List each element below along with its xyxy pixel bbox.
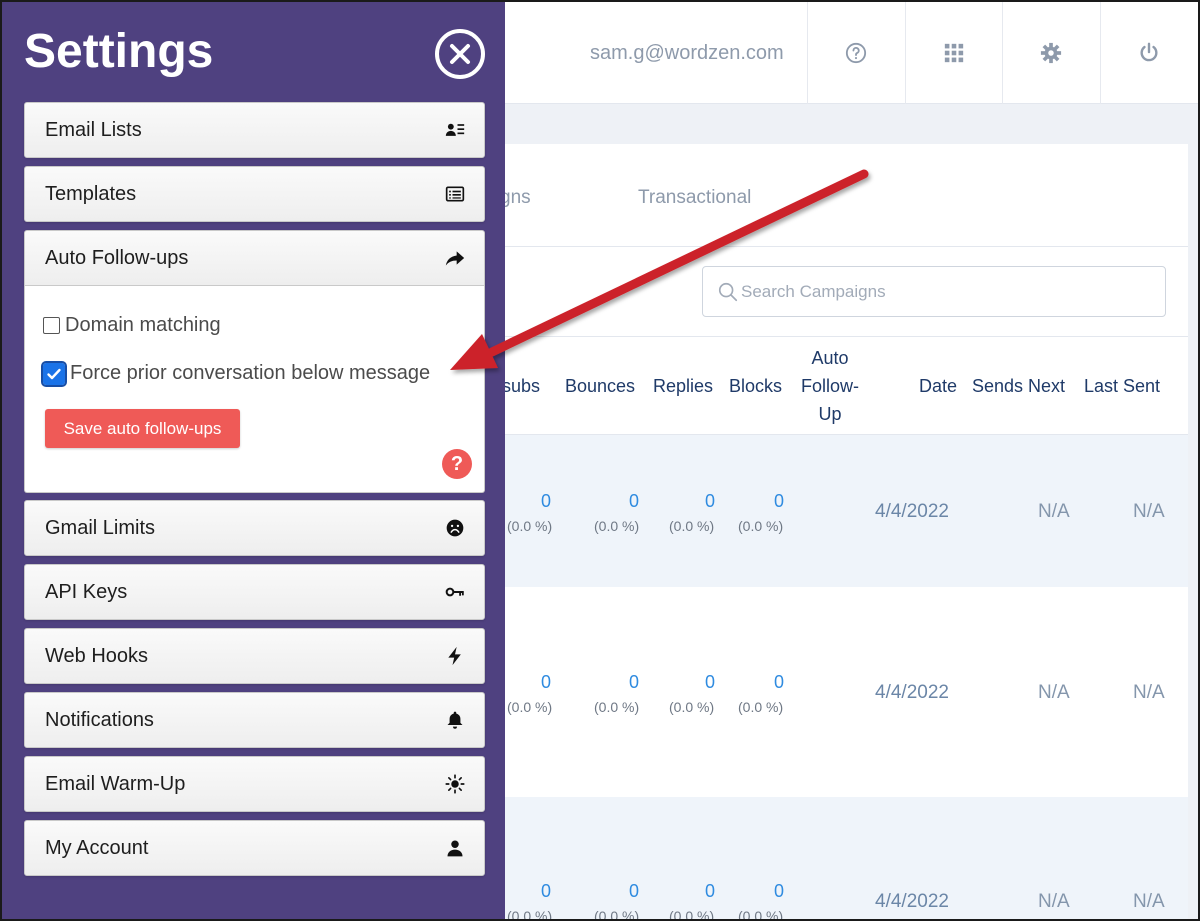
replies-pct: (0.0 %) [669,699,715,715]
menu-item-label: Templates [45,182,137,205]
save-auto-follow-ups-button[interactable]: Save auto follow-ups [45,409,240,448]
search-box[interactable] [702,266,1166,317]
key-icon [444,581,466,603]
search-input[interactable] [741,281,1141,302]
share-arrow-icon [444,247,466,269]
auto-follow-ups-panel: Domain matching Force prior conversation… [24,286,485,493]
menu-item-label: Gmail Limits [45,516,156,539]
blocks-count[interactable]: 0 [774,491,784,512]
divider [807,2,808,104]
apps-grid-icon[interactable] [941,40,967,66]
date-cell: 4/4/2022 [875,891,949,912]
replies-pct: (0.0 %) [669,908,715,921]
menu-item-my-account[interactable]: My Account [24,820,485,876]
search-icon [718,282,738,301]
address-list-icon [444,119,466,141]
replies-count[interactable]: 0 [705,672,715,693]
header-auto-follow-up-line: Follow- [800,376,859,396]
force-prior-label: Force prior conversation below message [70,362,431,384]
settings-panel: Settings Email Lists Templates Auto Foll… [2,2,505,919]
blocks-count[interactable]: 0 [774,672,784,693]
panel-title: Settings [24,25,214,78]
unsubs-pct: (0.0 %) [507,518,553,534]
menu-item-notifications[interactable]: Notifications [24,692,485,748]
header-replies[interactable]: Replies [653,372,713,400]
bounces-count[interactable]: 0 [629,491,639,512]
force-prior-checkbox-row[interactable]: Force prior conversation below message [41,360,431,387]
sends-next-cell: N/A [1038,891,1070,912]
bounces-count[interactable]: 0 [629,672,639,693]
frown-icon [444,517,466,539]
domain-matching-checkbox-row[interactable]: Domain matching [43,314,221,337]
force-prior-checkbox[interactable] [41,360,67,387]
last-sent-cell: N/A [1133,682,1165,703]
menu-item-auto-follow-ups[interactable]: Auto Follow-ups [24,230,485,286]
menu-item-label: Notifications [45,708,154,731]
header-date[interactable]: Date [919,372,957,400]
sun-icon [444,773,466,795]
header-last-sent[interactable]: Last Sent [1084,372,1160,400]
menu-item-label: My Account [45,836,149,859]
domain-matching-label: Domain matching [65,314,221,336]
blocks-pct: (0.0 %) [738,908,784,921]
blocks-pct: (0.0 %) [738,518,784,534]
user-icon [444,837,466,859]
last-sent-cell: N/A [1133,891,1165,912]
checkmark-icon [47,368,61,379]
screenshot-frame: sam.g@wordzen.com gns Transactional nsub… [0,0,1200,921]
sends-next-cell: N/A [1038,501,1070,522]
bounces-pct: (0.0 %) [594,518,640,534]
sends-next-cell: N/A [1038,682,1070,703]
blocks-pct: (0.0 %) [738,699,784,715]
close-icon [450,44,470,64]
bounces-count[interactable]: 0 [629,881,639,902]
divider [905,2,906,104]
menu-item-label: Email Warm-Up [45,772,186,795]
bounces-pct: (0.0 %) [594,699,640,715]
blocks-count[interactable]: 0 [774,881,784,902]
help-icon[interactable] [843,40,869,66]
bounces-pct: (0.0 %) [594,908,640,921]
user-email[interactable]: sam.g@wordzen.com [590,42,784,65]
menu-item-label: API Keys [45,580,128,603]
menu-item-label: Auto Follow-ups [45,246,189,269]
replies-pct: (0.0 %) [669,518,715,534]
unsubs-pct: (0.0 %) [507,699,553,715]
power-icon[interactable] [1136,40,1162,66]
menu-item-email-warm-up[interactable]: Email Warm-Up [24,756,485,812]
header-auto-follow-up-line: Auto [811,348,849,368]
date-cell: 4/4/2022 [875,501,949,522]
date-cell: 4/4/2022 [875,682,949,703]
help-button[interactable]: ? [442,449,472,479]
header-sends-next[interactable]: Sends Next [972,372,1065,400]
replies-count[interactable]: 0 [705,881,715,902]
header-auto-follow-up[interactable]: Auto Follow- Up [794,344,866,428]
unsubs-count[interactable]: 0 [541,881,551,902]
replies-count[interactable]: 0 [705,491,715,512]
menu-item-label: Email Lists [45,118,142,141]
divider [1100,2,1101,104]
list-alt-icon [444,183,466,205]
bolt-icon [444,645,466,667]
last-sent-cell: N/A [1133,501,1165,522]
menu-item-email-lists[interactable]: Email Lists [24,102,485,158]
unsubs-count[interactable]: 0 [541,672,551,693]
header-bounces[interactable]: Bounces [565,372,635,400]
header-blocks[interactable]: Blocks [729,372,782,400]
bell-icon [444,709,466,731]
domain-matching-checkbox[interactable] [43,317,60,334]
menu-item-label: Web Hooks [45,644,149,667]
close-button[interactable] [435,29,485,79]
gear-icon[interactable] [1038,40,1064,66]
menu-item-api-keys[interactable]: API Keys [24,564,485,620]
menu-item-gmail-limits[interactable]: Gmail Limits [24,500,485,556]
divider [1002,2,1003,104]
menu-item-web-hooks[interactable]: Web Hooks [24,628,485,684]
unsubs-pct: (0.0 %) [507,908,553,921]
unsubs-count[interactable]: 0 [541,491,551,512]
tab-transactional[interactable]: Transactional [638,187,751,209]
header-auto-follow-up-line: Up [818,404,842,424]
menu-item-templates[interactable]: Templates [24,166,485,222]
